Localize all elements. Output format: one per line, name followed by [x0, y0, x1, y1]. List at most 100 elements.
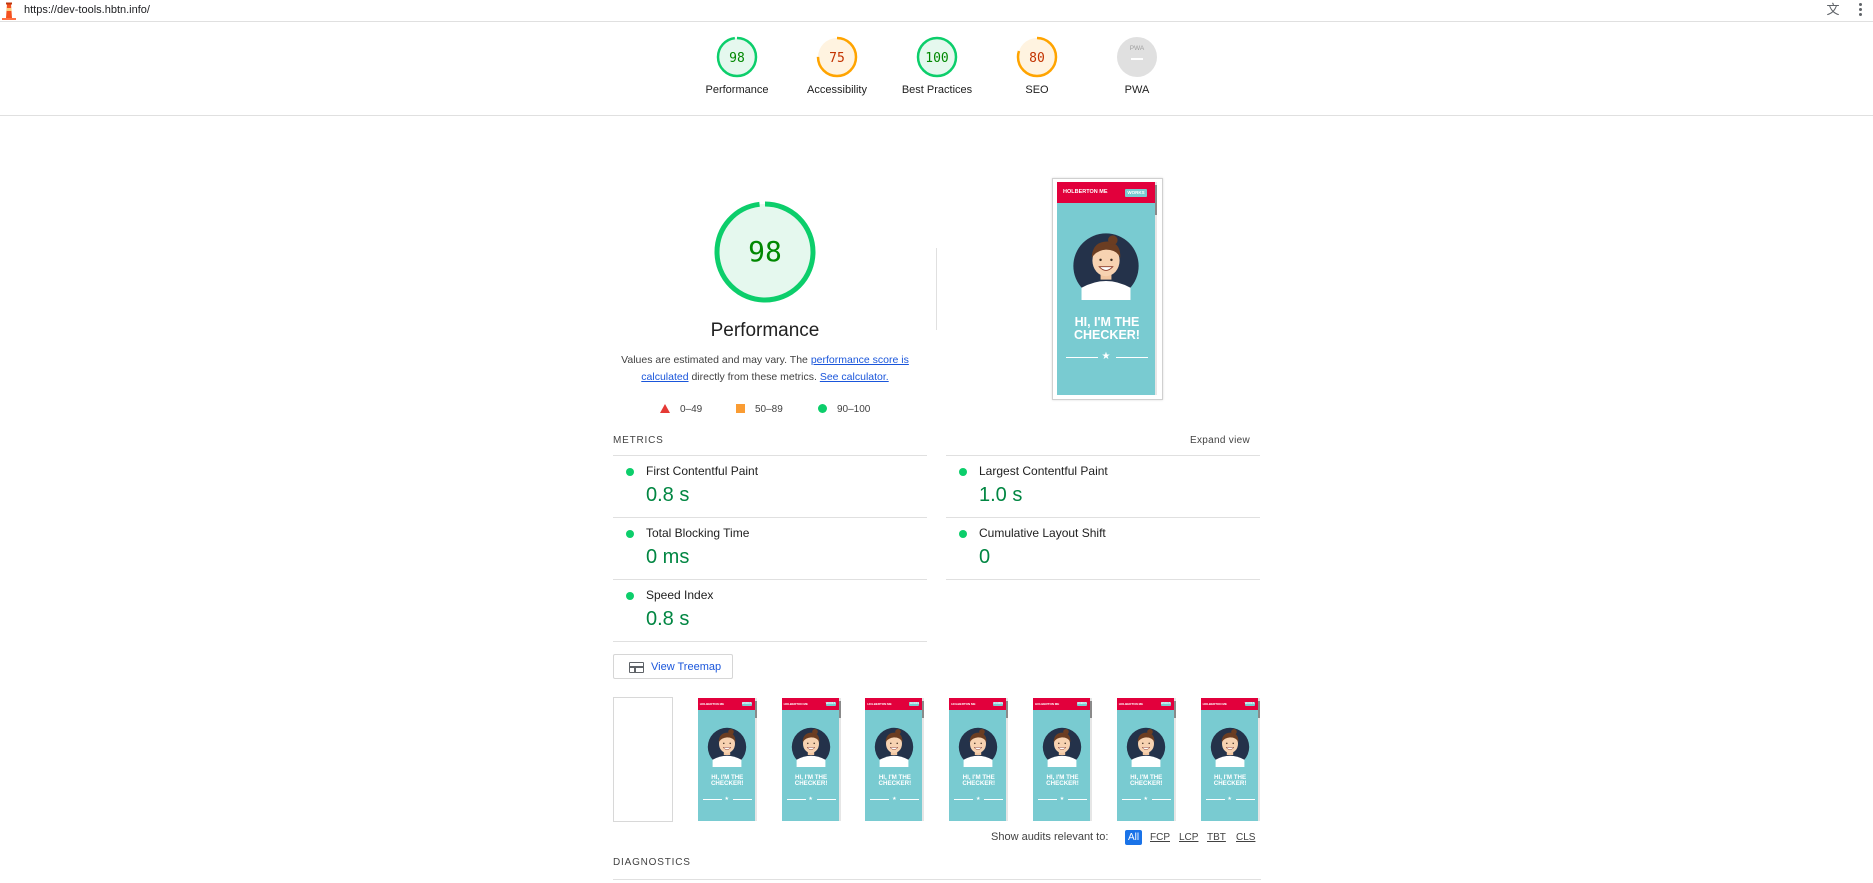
screenshot-scrollbar-thumb: [1155, 185, 1157, 215]
avatar-illustration: [1042, 727, 1082, 767]
screenshot-divider-line: [1068, 799, 1087, 800]
screenshot-scrollbar-thumb: [838, 701, 841, 718]
gauge-seo[interactable]: 80 SEO: [987, 36, 1087, 96]
metric-value: 0 ms: [646, 546, 690, 568]
filmstrip-frame[interactable]: HOLBERTON ME WORKS HI, I'M THE CHECKER! ★: [696, 697, 757, 822]
filmstrip-frame[interactable]: HOLBERTON ME WORKS HI, I'M THE CHECKER! ★: [864, 697, 925, 822]
view-treemap-button[interactable]: View Treemap: [613, 654, 733, 679]
metric-name: First Contentful Paint: [646, 464, 759, 478]
star-icon: ★: [1059, 796, 1065, 802]
performance-score-gauge: 98: [714, 201, 816, 303]
screenshot-page: HOLBERTON ME WORKS HI, I'M THE CHECKER! ★: [1116, 698, 1176, 821]
pwa-dash: [1131, 58, 1143, 60]
legend-pass-range: 90–100: [837, 404, 871, 415]
metric-cumulative-layout-shift: Cumulative Layout Shift 0: [946, 517, 1260, 579]
pass-circle-icon: [959, 468, 967, 476]
screenshot-heading-line: CHECKER!: [1213, 780, 1247, 788]
filter-chip-all[interactable]: All: [1125, 830, 1143, 845]
screenshot-heading: HI, I'M THE CHECKER!: [1201, 774, 1260, 788]
diagnostics-heading: DIAGNOSTICS: [613, 857, 691, 868]
gauge-label: SEO: [1025, 84, 1049, 96]
star-icon: ★: [975, 796, 981, 802]
gauge-ring: 100: [916, 36, 958, 78]
screenshot-divider-line: [1066, 357, 1098, 358]
metrics-heading: METRICS: [613, 435, 664, 446]
gauge-score: 75: [829, 51, 845, 66]
screenshot-nav-button: WORKS: [1244, 702, 1255, 706]
legend-pass: 90–100: [818, 403, 870, 417]
gauge-score: 100: [925, 51, 948, 66]
screenshot-nav-button: WORKS: [825, 702, 836, 706]
screenshot-header: HOLBERTON ME WORKS: [865, 698, 925, 710]
description-text: Values are estimated and may vary. The: [621, 354, 811, 366]
pass-circle-icon: [626, 592, 634, 600]
page-url[interactable]: https://dev-tools.hbtn.info/: [24, 4, 150, 16]
metric-value: 0.8 s: [646, 484, 690, 506]
metric-divider: [946, 579, 1260, 580]
screenshot-scrollbar-thumb: [1173, 701, 1176, 718]
screenshot-header: HOLBERTON ME WORKS: [949, 698, 1009, 710]
screenshot-divider-line: [702, 799, 722, 800]
screenshot-scrollbar-thumb: [1006, 701, 1009, 718]
gauge-performance[interactable]: 98 Performance: [687, 36, 787, 96]
screenshot-header: HOLBERTON ME WORKS: [1033, 698, 1092, 710]
filmstrip-frame[interactable]: HOLBERTON ME WORKS HI, I'M THE CHECKER! ★: [1115, 697, 1176, 822]
filmstrip-frame[interactable]: HOLBERTON ME WORKS HI, I'M THE CHECKER! ★: [1199, 697, 1260, 822]
pwa-badge-text: PWA: [1130, 45, 1145, 52]
view-treemap-label: View Treemap: [651, 661, 722, 673]
filter-chip-fcp[interactable]: FCP: [1147, 830, 1173, 845]
pass-circle-icon: [959, 530, 967, 538]
gauge-pwa[interactable]: PWA PWA: [1087, 36, 1187, 96]
filmstrip-frame[interactable]: HOLBERTON ME WORKS HI, I'M THE CHECKER! ★: [948, 697, 1009, 822]
screenshot-brand: HOLBERTON ME: [867, 702, 892, 706]
filmstrip-frame[interactable]: [613, 697, 673, 822]
screenshot-page: HOLBERTON ME WORKS HI, I'M THE CHECKER! ★: [865, 698, 925, 821]
screenshot-brand: HOLBERTON ME: [1118, 702, 1144, 706]
see-calculator-link[interactable]: See calculator.: [820, 371, 889, 383]
screenshot-nav-button: WORKS: [909, 702, 920, 706]
legend-fail-range: 0–49: [680, 404, 703, 415]
gauge-ring: 80: [1016, 36, 1058, 78]
gauge-best-practices[interactable]: 100 Best Practices: [887, 36, 987, 96]
metric-name: Speed Index: [646, 588, 714, 602]
gauge-label: Accessibility: [807, 84, 867, 96]
star-icon: ★: [1143, 796, 1149, 802]
screenshot-scrollbar-thumb: [922, 701, 925, 718]
avatar-illustration: [1126, 727, 1165, 767]
star-icon: ★: [808, 796, 813, 802]
screenshot-heading-line: CHECKER!: [1129, 780, 1163, 788]
filter-chip-lcp[interactable]: LCP: [1176, 830, 1201, 845]
translate-icon[interactable]: 文: [1824, 1, 1842, 19]
screenshot-nav-button: WORKS: [1077, 702, 1087, 706]
performance-title: Performance: [710, 320, 820, 341]
gauge-accessibility[interactable]: 75 Accessibility: [787, 36, 887, 96]
screenshot-brand: HOLBERTON ME: [783, 702, 808, 706]
gauge-label: Performance: [705, 84, 769, 96]
avatar-illustration: [1073, 233, 1139, 300]
legend-average: 50–89: [736, 403, 783, 417]
screenshot-divider-line: [900, 799, 920, 800]
filmstrip-frame[interactable]: HOLBERTON ME WORKS HI, I'M THE CHECKER! ★: [780, 697, 841, 822]
screenshot-heading: HI, I'M THE CHECKER!: [1033, 774, 1092, 787]
final-screenshot[interactable]: HOLBERTON ME WORKS HI, I'M THE CHECKER! ★: [1052, 178, 1163, 400]
screenshot-brand: HOLBERTON ME: [1202, 702, 1227, 706]
screenshot-divider-line: [1205, 799, 1225, 800]
screenshot-brand: HOLBERTON ME: [699, 702, 725, 706]
more-options-icon[interactable]: [1853, 1, 1867, 19]
screenshot-header: HOLBERTON ME WORKS: [697, 698, 757, 710]
screenshot-divider-line: [1235, 799, 1255, 800]
screenshot-header: HOLBERTON ME WORKS: [1200, 698, 1260, 710]
fail-triangle-icon: [660, 404, 670, 413]
expand-view-toggle[interactable]: Expand view: [1190, 435, 1250, 446]
screenshot-divider-line: [984, 799, 1004, 800]
screenshot-nav-button: WORKS: [993, 702, 1004, 706]
filter-chip-tbt[interactable]: TBT: [1204, 830, 1229, 845]
avatar-illustration: [1210, 727, 1249, 767]
gauge-label: PWA: [1124, 84, 1150, 96]
filmstrip-frame[interactable]: HOLBERTON ME WORKS HI, I'M THE CHECKER! ★: [1032, 697, 1092, 822]
filter-chip-cls[interactable]: CLS: [1233, 830, 1258, 845]
screenshot-divider-line: [1038, 799, 1057, 800]
screenshot-page: HOLBERTON ME WORKS HI, I'M THE CHECKER! ★: [1033, 698, 1092, 821]
metric-speed-index: Speed Index 0.8 s: [613, 579, 927, 641]
category-gauges-header: 98 Performance 75 Accessibility 100 Best Pr…: [0, 22, 1873, 116]
